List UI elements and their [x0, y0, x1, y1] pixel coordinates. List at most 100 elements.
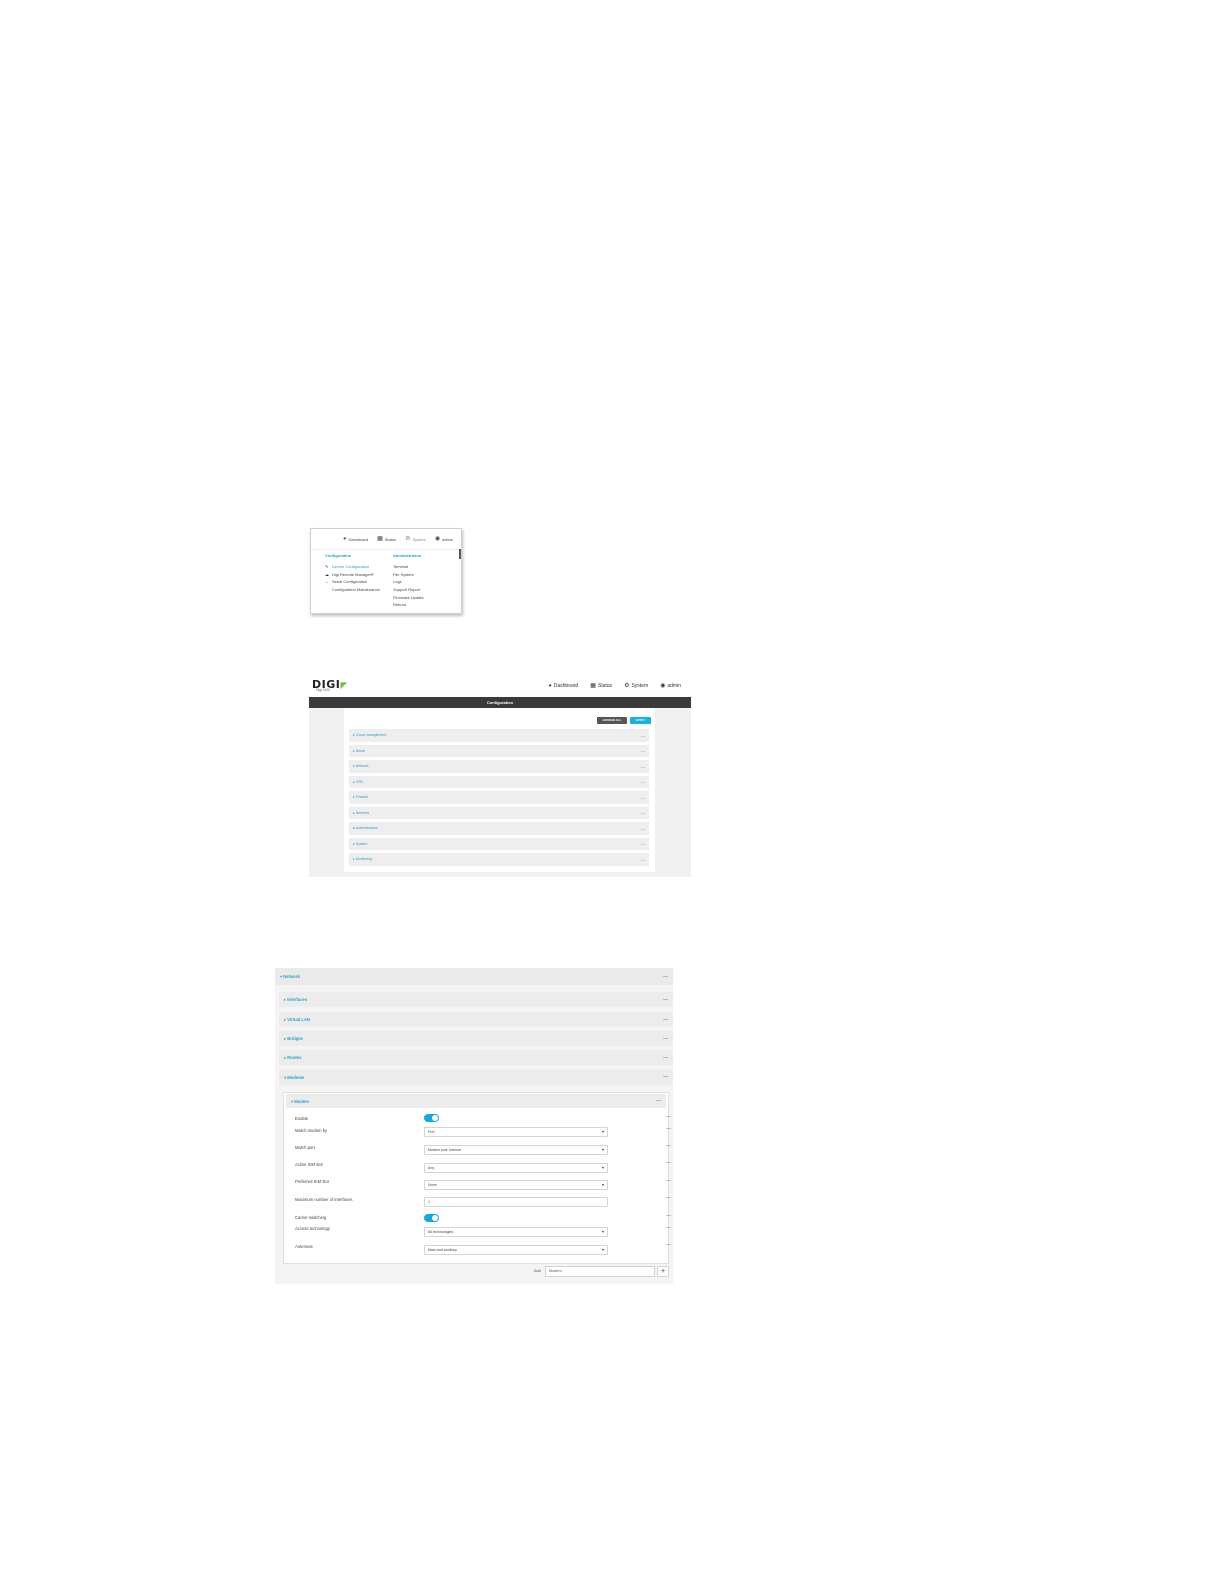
add-label: Add: [534, 1269, 541, 1273]
nav-dashboard[interactable]: ◕ Dashboard: [548, 682, 578, 689]
section-virtual-lan[interactable]: ▸ Virtual LAN —: [279, 1012, 673, 1027]
menu-item-firmware-update[interactable]: Firmware Update: [393, 594, 461, 602]
grid-icon: ▦: [590, 683, 596, 689]
administration-column: Administration Terminal File System Logs…: [393, 553, 461, 609]
section-modems[interactable]: ▾ Modems —: [279, 1069, 673, 1085]
menu-item-configuration-maintenance[interactable]: Configuration Maintenance: [325, 586, 393, 594]
menu-item-reboot[interactable]: Reboot: [393, 601, 461, 609]
dropdown-arrow-icon: ▾: [601, 1129, 604, 1134]
modem-header[interactable]: ▾ Modem —: [286, 1094, 666, 1108]
section-network[interactable]: ▾ Network —: [275, 968, 673, 985]
nav-system[interactable]: ⚙ System: [624, 682, 648, 690]
enable-toggle[interactable]: [424, 1114, 439, 1122]
logo-mark-icon: ◤: [340, 680, 348, 690]
remove-icon[interactable]: —: [666, 1143, 671, 1149]
remove-icon[interactable]: —: [666, 1114, 671, 1120]
remove-icon[interactable]: —: [666, 1160, 671, 1166]
add-button[interactable]: +: [657, 1266, 669, 1277]
remove-icon[interactable]: —: [666, 1195, 671, 1201]
section-bridges[interactable]: ▸ Bridges —: [279, 1031, 673, 1046]
match-port-label: Match port: [295, 1145, 315, 1150]
collapse-icon: —: [663, 1054, 668, 1061]
section-interfaces[interactable]: ▸ Interfaces —: [279, 992, 673, 1007]
add-modem-input[interactable]: Modem: [545, 1266, 655, 1277]
active-sim-select[interactable]: Any ▾: [424, 1163, 608, 1173]
match-by-label: Match modem by: [295, 1128, 328, 1133]
menu-item-support-report[interactable]: Support Report: [393, 586, 461, 594]
remove-icon[interactable]: —: [666, 1225, 671, 1231]
apply-button[interactable]: APPLY: [630, 717, 651, 724]
nav-dashboard[interactable]: ◕ Dashboard: [343, 536, 368, 542]
remove-icon[interactable]: —: [666, 1126, 671, 1132]
user-icon: ◉: [434, 536, 441, 542]
enable-label: Enable: [295, 1116, 309, 1121]
collapse-icon: —: [663, 1016, 668, 1023]
wrench-icon: ✎: [325, 564, 329, 569]
section-cloud-management[interactable]: ▸ Cloud management —: [349, 729, 649, 742]
section-network[interactable]: ▸ Network —: [349, 760, 649, 773]
section-vpn[interactable]: ▸ VPN —: [349, 775, 649, 788]
toolbar: EXPAND ALL APPLY: [597, 717, 651, 724]
system-dropdown: Configuration ✎ Device Configuration ☁ D…: [311, 550, 461, 609]
preferred-sim-select[interactable]: None ▾: [424, 1180, 608, 1190]
match-port-select[interactable]: Modem port: internal ▾: [424, 1145, 608, 1155]
expand-all-button[interactable]: EXPAND ALL: [597, 717, 627, 724]
menu-item-remote-manager[interactable]: ☁ Digi Remote Manager®: [325, 571, 393, 579]
system-menu-screenshot: ◕ Dashboard ▦ Status ⚙ System ◉ admin Co…: [310, 528, 462, 614]
section-monitoring[interactable]: ▸ Monitoring —: [349, 853, 649, 866]
collapse-icon: —: [641, 779, 645, 785]
gear-icon: ⚙: [624, 683, 630, 689]
gear-icon: ⚙: [405, 536, 411, 542]
nav-admin[interactable]: ◉ admin: [435, 536, 453, 542]
nav-status[interactable]: ▦ Status: [377, 536, 396, 542]
match-by-select[interactable]: Port ▾: [424, 1127, 608, 1137]
dropdown-arrow-icon: ▾: [601, 1147, 604, 1152]
configuration-column: Configuration ✎ Device Configuration ☁ D…: [325, 553, 393, 609]
configuration-heading: Configuration: [325, 553, 352, 558]
collapse-icon: —: [656, 1098, 661, 1104]
section-firewall[interactable]: ▸ Firewall —: [349, 791, 649, 804]
dropdown-arrow-icon: ▾: [601, 1165, 604, 1170]
collapse-icon: —: [641, 794, 645, 800]
section-authentication[interactable]: ▸ Authentication —: [349, 822, 649, 835]
menu-item-device-configuration[interactable]: ✎ Device Configuration: [325, 563, 393, 571]
menu-item-file-system[interactable]: File System: [393, 571, 461, 579]
collapse-icon: —: [641, 732, 645, 738]
nav-admin[interactable]: ◉ admin: [660, 682, 681, 690]
carrier-switching-toggle[interactable]: [424, 1214, 439, 1222]
section-serial[interactable]: ▸ Serial —: [349, 744, 649, 757]
scrollbar[interactable]: [459, 549, 461, 559]
page-title: Configuration: [309, 697, 691, 708]
antennas-select[interactable]: Main and auxiliary ▾: [424, 1245, 608, 1255]
section-services[interactable]: ▸ Services —: [349, 806, 649, 819]
max-interfaces-input[interactable]: 1: [424, 1197, 608, 1207]
menu-item-logs[interactable]: Logs: [393, 578, 461, 586]
user-icon: ◉: [660, 683, 666, 689]
remove-icon[interactable]: —: [666, 1178, 671, 1184]
preferred-sim-label: Preferred SIM slot: [295, 1179, 329, 1184]
modem-panel: ▾ Modem — Enable — Match modem by Port ▾ —…: [283, 1092, 671, 1264]
collapse-icon: —: [663, 996, 668, 1003]
section-system[interactable]: ▸ System —: [349, 837, 649, 850]
configuration-page-screenshot: DIGI◤ Digi IX20 ◕ Dashboard ▦ Status ⚙ S…: [309, 675, 691, 877]
section-list: ▸ Cloud management — ▸ Serial — ▸ Network —…: [349, 729, 649, 869]
remove-icon[interactable]: —: [666, 1242, 671, 1248]
serial-icon: ↔: [325, 579, 329, 585]
network-modem-screenshot: ▾ Network — ▸ Interfaces — ▸ Virtual LAN — …: [275, 968, 673, 1284]
dropdown-arrow-icon: ▾: [601, 1247, 604, 1252]
menu-item-serial-configuration[interactable]: ↔ Serial Configuration: [325, 578, 393, 586]
section-routes[interactable]: ▸ Routes —: [279, 1050, 673, 1065]
max-interfaces-label: Maximum number of interfaces: [295, 1197, 353, 1202]
nav-system[interactable]: ⚙ System: [405, 536, 426, 542]
menu-item-terminal[interactable]: Terminal: [393, 563, 461, 571]
top-navigation: ◕ Dashboard ▦ Status ⚙ System ◉ admin: [311, 529, 461, 550]
administration-heading: Administration: [393, 553, 422, 558]
plus-icon: +: [660, 1268, 666, 1275]
device-model: Digi IX20: [316, 688, 331, 692]
collapse-icon: —: [641, 856, 645, 862]
remove-icon[interactable]: —: [666, 1213, 671, 1219]
collapse-icon: —: [641, 748, 645, 754]
access-technology-select[interactable]: All technologies ▾: [424, 1227, 608, 1237]
nav-status[interactable]: ▦ Status: [590, 682, 612, 690]
header: DIGI◤ Digi IX20 ◕ Dashboard ▦ Status ⚙ S…: [309, 675, 691, 697]
